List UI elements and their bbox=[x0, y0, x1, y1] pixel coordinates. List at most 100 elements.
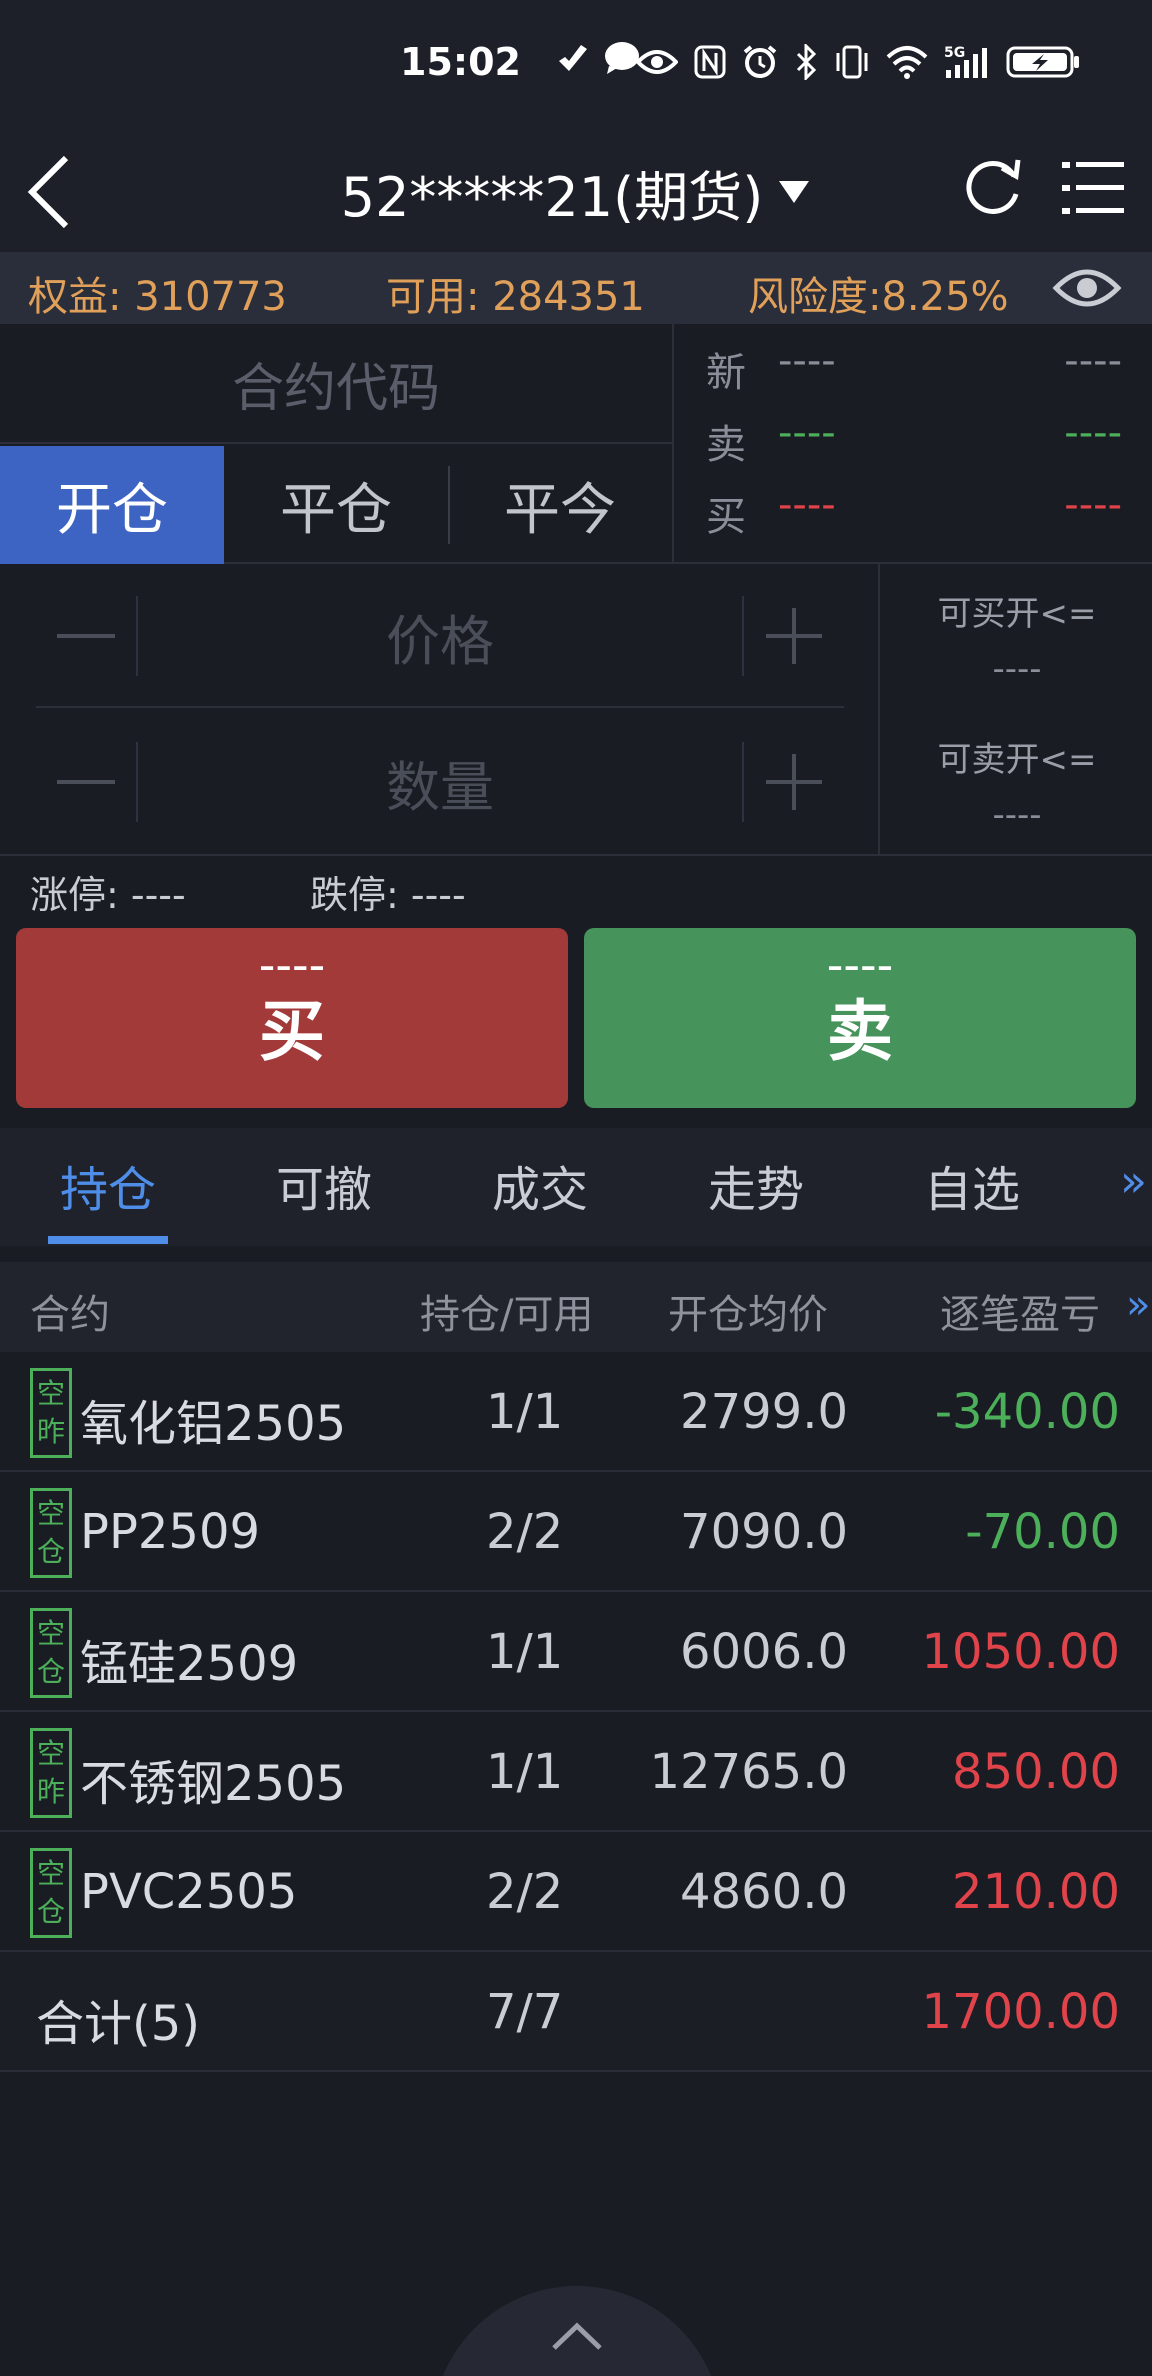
limit-down: 跌停: ---- bbox=[310, 873, 466, 917]
contract-name: PP2509 bbox=[80, 1504, 261, 1560]
bottom-tabs: 持仓 可撤 成交 走势 自选 » bbox=[0, 1128, 1152, 1246]
header-contract: 合约 bbox=[30, 1292, 110, 1338]
table-row[interactable]: 空仓 锰硅2509 1/1 6006.0 1050.00 bbox=[0, 1592, 1152, 1712]
status-left-icons bbox=[555, 40, 641, 76]
expand-panel-handle[interactable] bbox=[432, 2286, 722, 2376]
avg-price: 4860.0 bbox=[680, 1864, 848, 1920]
tab-trades[interactable]: 成交 bbox=[492, 1150, 588, 1220]
pnl-value: 210.00 bbox=[952, 1864, 1120, 1920]
quote-ask-label: 卖 bbox=[706, 422, 746, 468]
mode-tab-close[interactable]: 平仓 bbox=[224, 446, 448, 564]
avg-price: 12765.0 bbox=[649, 1744, 849, 1800]
nav-bar: 52*****21(期货) bbox=[0, 132, 1152, 252]
chevron-up-icon bbox=[552, 2322, 602, 2350]
quote-panel: 新 ---- ---- 卖 ---- ---- 买 ---- ---- bbox=[672, 324, 1152, 564]
sell-price: ---- bbox=[826, 938, 894, 992]
eye-icon bbox=[636, 50, 678, 74]
signal-5g-icon: 5G bbox=[944, 45, 987, 78]
quantity-plus-button[interactable] bbox=[744, 710, 844, 854]
table-row[interactable]: 空仓 PP2509 2/2 7090.0 -70.00 bbox=[0, 1472, 1152, 1592]
battery-charging-icon bbox=[1006, 46, 1079, 78]
table-row[interactable]: 空昨 氧化铝2505 1/1 2799.0 -340.00 bbox=[0, 1352, 1152, 1472]
contract-name: 锰硅2509 bbox=[80, 1636, 299, 1692]
pnl-value: 850.00 bbox=[952, 1744, 1120, 1800]
price-row: 价格 bbox=[36, 564, 844, 708]
can-sell-open: 可卖开<= ---- bbox=[880, 732, 1152, 835]
quote-bid-label: 买 bbox=[706, 494, 746, 540]
vibrate-icon bbox=[836, 45, 868, 79]
header-pnl: 逐笔盈亏 bbox=[940, 1292, 1100, 1338]
limit-up: 涨停: ---- bbox=[30, 873, 186, 917]
positions-table-header: 合约 持仓/可用 开仓均价 逐笔盈亏 » bbox=[0, 1262, 1152, 1352]
contract-name: 不锈钢2505 bbox=[80, 1756, 347, 1812]
quote-bid-value: ---- bbox=[778, 482, 836, 528]
position-tag: 空昨 bbox=[30, 1728, 72, 1818]
wifi-icon bbox=[886, 46, 928, 79]
tab-watchlist[interactable]: 自选 bbox=[924, 1150, 1020, 1220]
position-tag: 空仓 bbox=[30, 1488, 72, 1578]
quote-last-label: 新 bbox=[706, 350, 746, 396]
quantity-row: 数量 bbox=[36, 710, 844, 854]
mode-tab-close-today[interactable]: 平今 bbox=[448, 446, 672, 564]
refresh-icon[interactable] bbox=[962, 154, 1024, 224]
tab-cancelable[interactable]: 可撤 bbox=[276, 1150, 372, 1220]
position-tag: 空昨 bbox=[30, 1368, 72, 1458]
avg-price: 7090.0 bbox=[680, 1504, 848, 1560]
quote-bid-value-2: ---- bbox=[1064, 482, 1122, 528]
contract-code-input[interactable]: 合约代码 bbox=[0, 324, 672, 444]
contract-name: 氧化铝2505 bbox=[80, 1396, 347, 1452]
order-entry-top: 合约代码 开仓 平仓 平今 新 ---- ---- 卖 ---- ---- 买 … bbox=[0, 324, 1152, 564]
contract-name: PVC2505 bbox=[80, 1864, 298, 1920]
quote-row-bid: 买 ---- ---- bbox=[674, 472, 1152, 544]
header-avg-price: 开仓均价 bbox=[668, 1292, 828, 1338]
nfc-icon bbox=[694, 45, 726, 79]
mode-tab-open[interactable]: 开仓 bbox=[0, 446, 224, 564]
table-row[interactable]: 空仓 PVC2505 2/2 4860.0 210.00 bbox=[0, 1832, 1152, 1952]
quote-ask-value-2: ---- bbox=[1064, 410, 1122, 456]
tabs-more-icon[interactable]: » bbox=[1120, 1156, 1147, 1207]
tab-trend[interactable]: 走势 bbox=[708, 1150, 804, 1220]
pnl-value: 1050.00 bbox=[921, 1624, 1121, 1680]
available-qty-panel: 可买开<= ---- 可卖开<= ---- bbox=[878, 564, 1152, 856]
hold-qty: 1/1 bbox=[486, 1744, 564, 1800]
table-row[interactable]: 空昨 不锈钢2505 1/1 12765.0 850.00 bbox=[0, 1712, 1152, 1832]
quantity-input[interactable]: 数量 bbox=[136, 742, 744, 822]
menu-list-icon[interactable] bbox=[1060, 156, 1126, 220]
price-minus-button[interactable] bbox=[36, 564, 136, 708]
status-right-icons: 5G bbox=[636, 44, 1082, 80]
total-pnl: 1700.00 bbox=[921, 1984, 1121, 2040]
vpn-key-icon bbox=[559, 45, 587, 71]
can-buy-open: 可买开<= ---- bbox=[880, 586, 1152, 689]
total-row: 合计(5) 7/7 1700.00 bbox=[0, 1952, 1152, 2072]
toggle-visibility-eye-icon[interactable] bbox=[1052, 260, 1122, 316]
quote-ask-value: ---- bbox=[778, 410, 836, 456]
price-quantity-inputs: 价格 数量 bbox=[0, 564, 878, 856]
pnl-value: -70.00 bbox=[965, 1504, 1120, 1560]
hold-qty: 1/1 bbox=[486, 1624, 564, 1680]
tab-positions[interactable]: 持仓 bbox=[60, 1150, 156, 1220]
avg-price: 6006.0 bbox=[680, 1624, 848, 1680]
total-hold: 7/7 bbox=[486, 1984, 564, 2040]
bluetooth-icon bbox=[796, 44, 817, 80]
alarm-icon bbox=[743, 45, 777, 78]
hold-qty: 2/2 bbox=[486, 1504, 564, 1560]
price-input[interactable]: 价格 bbox=[136, 596, 744, 676]
hold-qty: 1/1 bbox=[486, 1384, 564, 1440]
quote-last-value: ---- bbox=[778, 338, 836, 384]
account-summary-bar: 权益: 310773 可用: 284351 风险度:8.25% bbox=[0, 252, 1152, 324]
quote-row-ask: 卖 ---- ---- bbox=[674, 400, 1152, 472]
sell-button[interactable]: ---- 卖 bbox=[584, 928, 1136, 1108]
status-time: 15:02 bbox=[400, 40, 521, 84]
price-plus-button[interactable] bbox=[744, 564, 844, 708]
hold-qty: 2/2 bbox=[486, 1864, 564, 1920]
svg-text:5G: 5G bbox=[944, 45, 965, 61]
status-bar: 15:02 5G bbox=[0, 0, 1152, 132]
buy-label: 买 bbox=[259, 993, 325, 1070]
header-more-icon[interactable]: » bbox=[1126, 1282, 1150, 1328]
position-tag: 空仓 bbox=[30, 1848, 72, 1938]
active-tab-indicator bbox=[48, 1236, 168, 1244]
sell-label: 卖 bbox=[827, 993, 893, 1070]
buy-button[interactable]: ---- 买 bbox=[16, 928, 568, 1108]
quantity-minus-button[interactable] bbox=[36, 710, 136, 854]
can-sell-label: 可卖开<= bbox=[937, 740, 1097, 780]
